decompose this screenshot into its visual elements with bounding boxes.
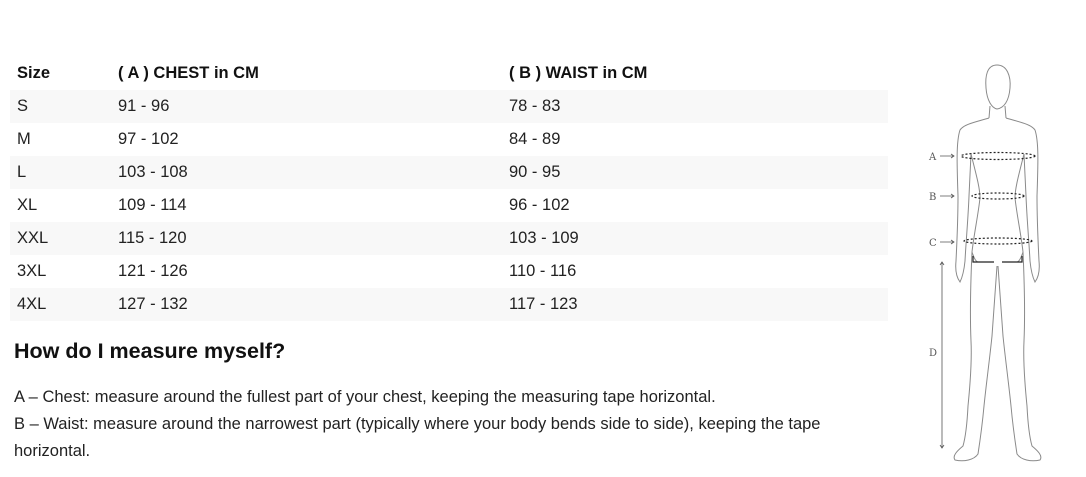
cell-chest: 115 - 120	[118, 229, 187, 247]
table-row: XL 109 - 114 96 - 102	[10, 189, 888, 222]
table-row: L 103 - 108 90 - 95	[10, 156, 888, 189]
cell-size: XL	[17, 196, 38, 214]
table-row: 4XL 127 - 132 117 - 123	[10, 288, 888, 321]
chest-instruction: A – Chest: measure around the fullest pa…	[14, 388, 716, 406]
cell-size: 4XL	[17, 295, 47, 313]
table-row: 3XL 121 - 126 110 - 116	[10, 255, 888, 288]
cell-chest: 97 - 102	[118, 130, 179, 148]
header-waist: ( B ) WAIST in CM	[509, 64, 648, 82]
table-row: M 97 - 102 84 - 89	[10, 123, 888, 156]
body-measurement-figure: A B C D	[928, 64, 1042, 462]
cell-size: 3XL	[17, 262, 47, 280]
measure-guide-heading: How do I measure myself?	[14, 339, 286, 363]
body-outline	[953, 64, 1042, 462]
cell-chest: 121 - 126	[118, 262, 188, 280]
cell-chest: 127 - 132	[118, 295, 188, 313]
cell-waist: 84 - 89	[509, 130, 561, 148]
measurement-guides	[960, 151, 1036, 263]
cell-size: M	[17, 130, 31, 148]
cell-size: L	[17, 163, 27, 181]
guide-arrows	[939, 153, 955, 449]
table-header-row: Size ( A ) CHEST in CM ( B ) WAIST in CM	[10, 57, 888, 90]
header-size: Size	[17, 64, 51, 82]
label-b: B	[929, 192, 936, 203]
cell-chest: 109 - 114	[118, 196, 187, 214]
table-row: S 91 - 96 78 - 83	[10, 90, 888, 123]
cell-chest: 91 - 96	[118, 97, 170, 115]
cell-size: XXL	[17, 229, 49, 247]
cell-waist: 110 - 116	[509, 262, 577, 280]
measure-instructions: A – Chest: measure around the fullest pa…	[14, 384, 884, 465]
size-chart-table: Size ( A ) CHEST in CM ( B ) WAIST in CM…	[10, 57, 888, 321]
cell-waist: 103 - 109	[509, 229, 579, 247]
cell-size: S	[17, 97, 29, 115]
waist-instruction: B – Waist: measure around the narrowest …	[14, 415, 821, 460]
table-row: XXL 115 - 120 103 - 109	[10, 222, 888, 255]
cell-waist: 96 - 102	[509, 196, 570, 214]
cell-waist: 78 - 83	[509, 97, 561, 115]
header-chest: ( A ) CHEST in CM	[118, 64, 259, 82]
label-c: C	[929, 238, 937, 249]
cell-waist: 90 - 95	[509, 163, 561, 181]
cell-chest: 103 - 108	[118, 163, 188, 181]
label-a: A	[928, 152, 937, 163]
label-d: D	[929, 348, 937, 359]
cell-waist: 117 - 123	[509, 295, 578, 313]
